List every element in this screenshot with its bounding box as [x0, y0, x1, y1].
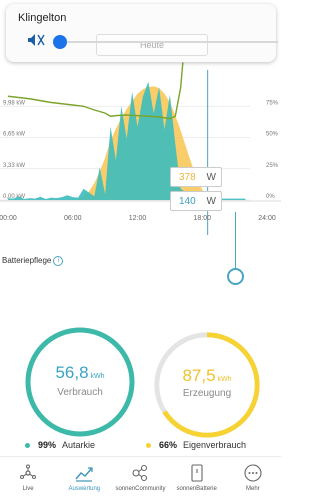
battery-device-icon [191, 464, 203, 482]
nav-sonnenbatterie-label: sonnenBatterie [176, 486, 217, 492]
tooltip-verbrauch: 140 W [170, 191, 222, 211]
nav-sonnencommunity[interactable]: sonnenCommunity [112, 457, 168, 492]
gauge-erzeugung-unit: kWh [217, 376, 232, 383]
gauge-verbrauch-label: Verbrauch [57, 387, 103, 398]
y-right-tick-label: 50% [266, 132, 279, 138]
legend-autarkie-pct: 99% [38, 440, 57, 450]
x-tick-label: 06:00 [64, 215, 82, 222]
y-right-tick-label: 25% [266, 163, 279, 169]
volume-title: Klingelton [18, 12, 67, 24]
y-right-tick-label: 0% [266, 194, 275, 200]
x-tick-label: 12:00 [129, 215, 147, 222]
volume-slider-track[interactable] [60, 41, 278, 43]
legend-eigenverbrauch-dot [146, 442, 151, 448]
tooltip-erzeugung: 378 W [170, 167, 222, 187]
legend-autarkie-dot [25, 442, 30, 448]
legend-eigenverbrauch-name: Eigenverbrauch [183, 440, 247, 450]
y-left-tick-label: 6,65 kW [3, 132, 25, 138]
gauge-verbrauch-unit: kWh [90, 373, 105, 380]
y-left-tick-label: 3,33 kW [3, 163, 25, 169]
cursor-drag-handle[interactable] [227, 268, 244, 285]
tooltip-verbrauch-value: 140 [179, 196, 196, 207]
tooltip-erzeugung-value: 378 [179, 172, 196, 183]
gauge-erzeugung-value: 87,5 [182, 366, 216, 385]
x-tick-label: 18:00 [193, 215, 211, 222]
more-dots-icon [244, 464, 262, 482]
nav-live[interactable]: Live [0, 457, 56, 492]
info-icon[interactable]: i [53, 256, 64, 266]
nav-live-label: Live [22, 486, 34, 492]
tooltip-erzeugung-unit: W [206, 172, 216, 183]
chart-trend-icon [75, 467, 93, 482]
legend-eigenverbrauch: 66% Eigenverbrauch [146, 440, 246, 450]
cursor-line [235, 212, 236, 270]
live-network-icon [20, 464, 37, 479]
legend-eigenverbrauch-pct: 66% [159, 440, 178, 450]
gauge-erzeugung-value-row: 87,5 kWh [152, 366, 262, 386]
volume-slider-thumb[interactable] [53, 35, 67, 49]
x-tick-label: 24:00 [258, 215, 276, 222]
nav-sonnencommunity-label: sonnenCommunity [115, 486, 166, 492]
gauge-verbrauch-value-row: 56,8 kWh [23, 363, 137, 383]
tooltip-verbrauch-unit: W [206, 196, 216, 207]
gauge-erzeugung[interactable]: 87,5 kWh Erzeugung [152, 330, 262, 440]
legend-autarkie: 99% Autarkie [25, 440, 95, 450]
bottom-navigation: Live Auswertung sonnenCommunity sonnenBa… [0, 456, 281, 501]
y-left-tick-label: 9,98 kW [3, 100, 25, 106]
nav-mehr-label: Mehr [246, 486, 260, 492]
x-tick-label: 00:00 [0, 215, 17, 222]
gauge-verbrauch[interactable]: 56,8 kWh Verbrauch [23, 325, 137, 439]
batteriepflege-text: Batteriepflege [2, 256, 52, 266]
gauge-verbrauch-value: 56,8 [55, 363, 89, 382]
nav-auswertung-label: Auswertung [68, 486, 101, 492]
date-heute-button[interactable]: Heute [96, 34, 208, 56]
nav-mehr[interactable]: Mehr [225, 457, 281, 492]
nav-sonnenbatterie[interactable]: sonnenBatterie [169, 457, 225, 492]
nav-auswertung[interactable]: Auswertung [56, 457, 112, 492]
volume-panel[interactable]: Klingelton Heute [6, 4, 278, 62]
batteriepflege-label[interactable]: Batteriepflege i [2, 256, 64, 266]
community-share-icon [132, 464, 148, 482]
vibrate-icon[interactable] [26, 30, 46, 50]
legend-autarkie-name: Autarkie [62, 440, 96, 450]
y-right-tick-label: 75% [266, 100, 279, 106]
gauge-erzeugung-label: Erzeugung [182, 388, 232, 399]
